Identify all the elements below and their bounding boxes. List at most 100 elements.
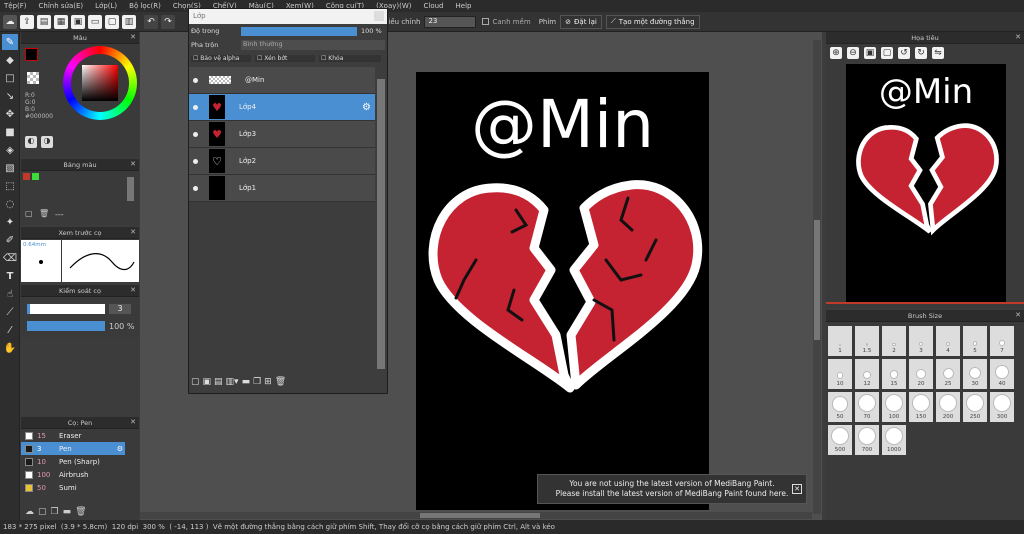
- brush-size-cell[interactable]: 50: [828, 392, 852, 422]
- undo-icon[interactable]: ↶: [144, 14, 158, 29]
- layer-row[interactable]: ♡ Lớp2: [189, 148, 375, 175]
- antialias-checkbox[interactable]: [482, 18, 490, 25]
- eye-icon[interactable]: [193, 158, 198, 164]
- brush-list-item[interactable]: 50 Sumi: [21, 481, 125, 494]
- new-ruler-button[interactable]: ⟋ Tạo một đường thẳng: [605, 14, 700, 29]
- brush-size-cell[interactable]: 10: [828, 359, 852, 389]
- vertical-scrollbar[interactable]: [813, 40, 821, 514]
- close-icon[interactable]: ✕: [130, 286, 136, 294]
- dot-tool-icon[interactable]: ↘: [2, 88, 18, 104]
- zoom-out-icon[interactable]: ⊖: [847, 47, 859, 59]
- palette-swatch-red[interactable]: [23, 173, 30, 180]
- brush-size-cell[interactable]: 1: [828, 326, 852, 356]
- close-icon[interactable]: ✕: [130, 33, 136, 41]
- brush-list-item[interactable]: 10 Pen (Sharp): [21, 455, 125, 468]
- fit-icon[interactable]: ▣: [864, 47, 876, 59]
- share-icon[interactable]: ⇪: [20, 14, 34, 29]
- brush-size-cell[interactable]: 300: [990, 392, 1014, 422]
- menu-item[interactable]: Cloud: [424, 2, 444, 10]
- close-icon[interactable]: [374, 11, 384, 21]
- color-mode-icon[interactable]: ◑: [41, 136, 53, 148]
- brush-size-cell[interactable]: 4: [936, 326, 960, 356]
- eye-icon[interactable]: [193, 185, 198, 191]
- redo-icon[interactable]: ↷: [161, 14, 175, 29]
- brush-size-cell[interactable]: 70: [855, 392, 879, 422]
- eraser-tool-icon[interactable]: ◆: [2, 52, 18, 68]
- brush-size-cell[interactable]: 1.5: [855, 326, 879, 356]
- flip-icon[interactable]: ⇋: [932, 47, 944, 59]
- hand-tool-icon[interactable]: ✋: [2, 340, 18, 356]
- select-tool-icon[interactable]: ⬚: [2, 178, 18, 194]
- palette-scrollbar[interactable]: [127, 177, 134, 201]
- zoom-in-icon[interactable]: ⊕: [830, 47, 842, 59]
- brush-size-slider[interactable]: [27, 304, 105, 314]
- actual-size-icon[interactable]: ▢: [881, 47, 893, 59]
- palette-mode-icon[interactable]: ◐: [25, 136, 37, 148]
- delete-palette-icon[interactable]: 🗑: [39, 209, 49, 218]
- brush-size-cell[interactable]: 200: [936, 392, 960, 422]
- divide-tool-icon[interactable]: ⟋: [2, 304, 18, 320]
- duplicate-layer-icon[interactable]: ❐: [253, 377, 261, 387]
- delete-brush-icon[interactable]: 🗑: [75, 507, 86, 517]
- pages-icon[interactable]: ▦: [54, 14, 68, 29]
- protect-alpha-toggle[interactable]: ☐ Bảo vệ alpha: [191, 55, 251, 62]
- brush-list-item[interactable]: 3 Pen ⚙: [21, 442, 125, 455]
- navigator-preview[interactable]: @Min: [846, 64, 1006, 304]
- gear-icon[interactable]: ⚙: [117, 445, 123, 453]
- brush-size-cell[interactable]: 700: [855, 425, 879, 455]
- eyedropper-icon[interactable]: ⁄: [2, 322, 18, 338]
- reset-button[interactable]: ⊘ Đặt lại: [560, 14, 602, 29]
- rotate-left-icon[interactable]: ↺: [898, 47, 910, 59]
- layers-scrollbar[interactable]: [377, 79, 385, 369]
- brush-size-cell[interactable]: 1000: [882, 425, 906, 455]
- select-pen-icon[interactable]: ✐: [2, 232, 18, 248]
- cloud-icon[interactable]: ☁: [3, 14, 17, 29]
- rotate-right-icon[interactable]: ↻: [915, 47, 927, 59]
- gear-icon[interactable]: ⚙: [362, 102, 371, 113]
- shape-tool-icon[interactable]: □: [2, 70, 18, 86]
- clipping-toggle[interactable]: ☐ Xén bớt: [255, 55, 315, 62]
- blend-select[interactable]: Bình thường: [241, 40, 385, 50]
- menu-item[interactable]: Help: [456, 2, 472, 10]
- add-brush-icon[interactable]: ☁: [25, 507, 34, 517]
- brush-size-cell[interactable]: 500: [828, 425, 852, 455]
- close-icon[interactable]: ✕: [130, 160, 136, 168]
- menu-item[interactable]: Bộ lọc(R): [129, 2, 161, 10]
- layer-row[interactable]: ♥ Lớp4 ⚙: [189, 94, 375, 121]
- ruler-icon[interactable]: ▭: [88, 14, 102, 29]
- brush-list-item[interactable]: 100 Airbrush: [21, 468, 125, 481]
- eye-icon[interactable]: [193, 77, 198, 83]
- brush-tool-icon[interactable]: ✎: [2, 34, 18, 50]
- new-layer-icon[interactable]: ▢: [191, 377, 200, 387]
- eye-icon[interactable]: [193, 104, 198, 110]
- new-brush-icon[interactable]: ▢: [38, 507, 47, 517]
- primary-color-swatch[interactable]: [25, 48, 38, 61]
- palette-swatch-green[interactable]: [32, 173, 39, 180]
- new-halftone-layer-icon[interactable]: ▣: [203, 377, 212, 387]
- brush-size-value[interactable]: 3: [109, 304, 131, 314]
- text-tool-icon[interactable]: T: [2, 268, 18, 284]
- eye-icon[interactable]: [193, 131, 198, 137]
- brush-size-cell[interactable]: 25: [936, 359, 960, 389]
- close-icon[interactable]: ✕: [130, 418, 136, 426]
- saturation-square[interactable]: [82, 65, 118, 101]
- brush-size-cell[interactable]: 20: [909, 359, 933, 389]
- folder-layer-icon[interactable]: ▬: [242, 377, 251, 387]
- canvas-document[interactable]: @Min: [416, 72, 709, 510]
- grid-icon[interactable]: ▣: [71, 14, 85, 29]
- frame-icon[interactable]: ▢: [105, 14, 119, 29]
- layer-row[interactable]: ♥ Lớp3: [189, 121, 375, 148]
- select-eraser-icon[interactable]: ⌫: [2, 250, 18, 266]
- brush-size-cell[interactable]: 30: [963, 359, 987, 389]
- layer-row[interactable]: Lớp1: [189, 175, 375, 202]
- brush-list-item[interactable]: 15 Eraser: [21, 429, 125, 442]
- close-icon[interactable]: ✕: [1015, 311, 1021, 319]
- brush-size-cell[interactable]: 7: [990, 326, 1014, 356]
- menu-item[interactable]: Lớp(L): [95, 2, 117, 10]
- copy-brush-icon[interactable]: ❐: [51, 507, 59, 517]
- brush-size-cell[interactable]: 100: [882, 392, 906, 422]
- folder-icon[interactable]: ▬: [63, 507, 72, 517]
- new-1bit-layer-icon[interactable]: ▤: [214, 377, 223, 387]
- menu-item[interactable]: Tệp(F): [4, 2, 27, 10]
- gradient-tool-icon[interactable]: ▧: [2, 160, 18, 176]
